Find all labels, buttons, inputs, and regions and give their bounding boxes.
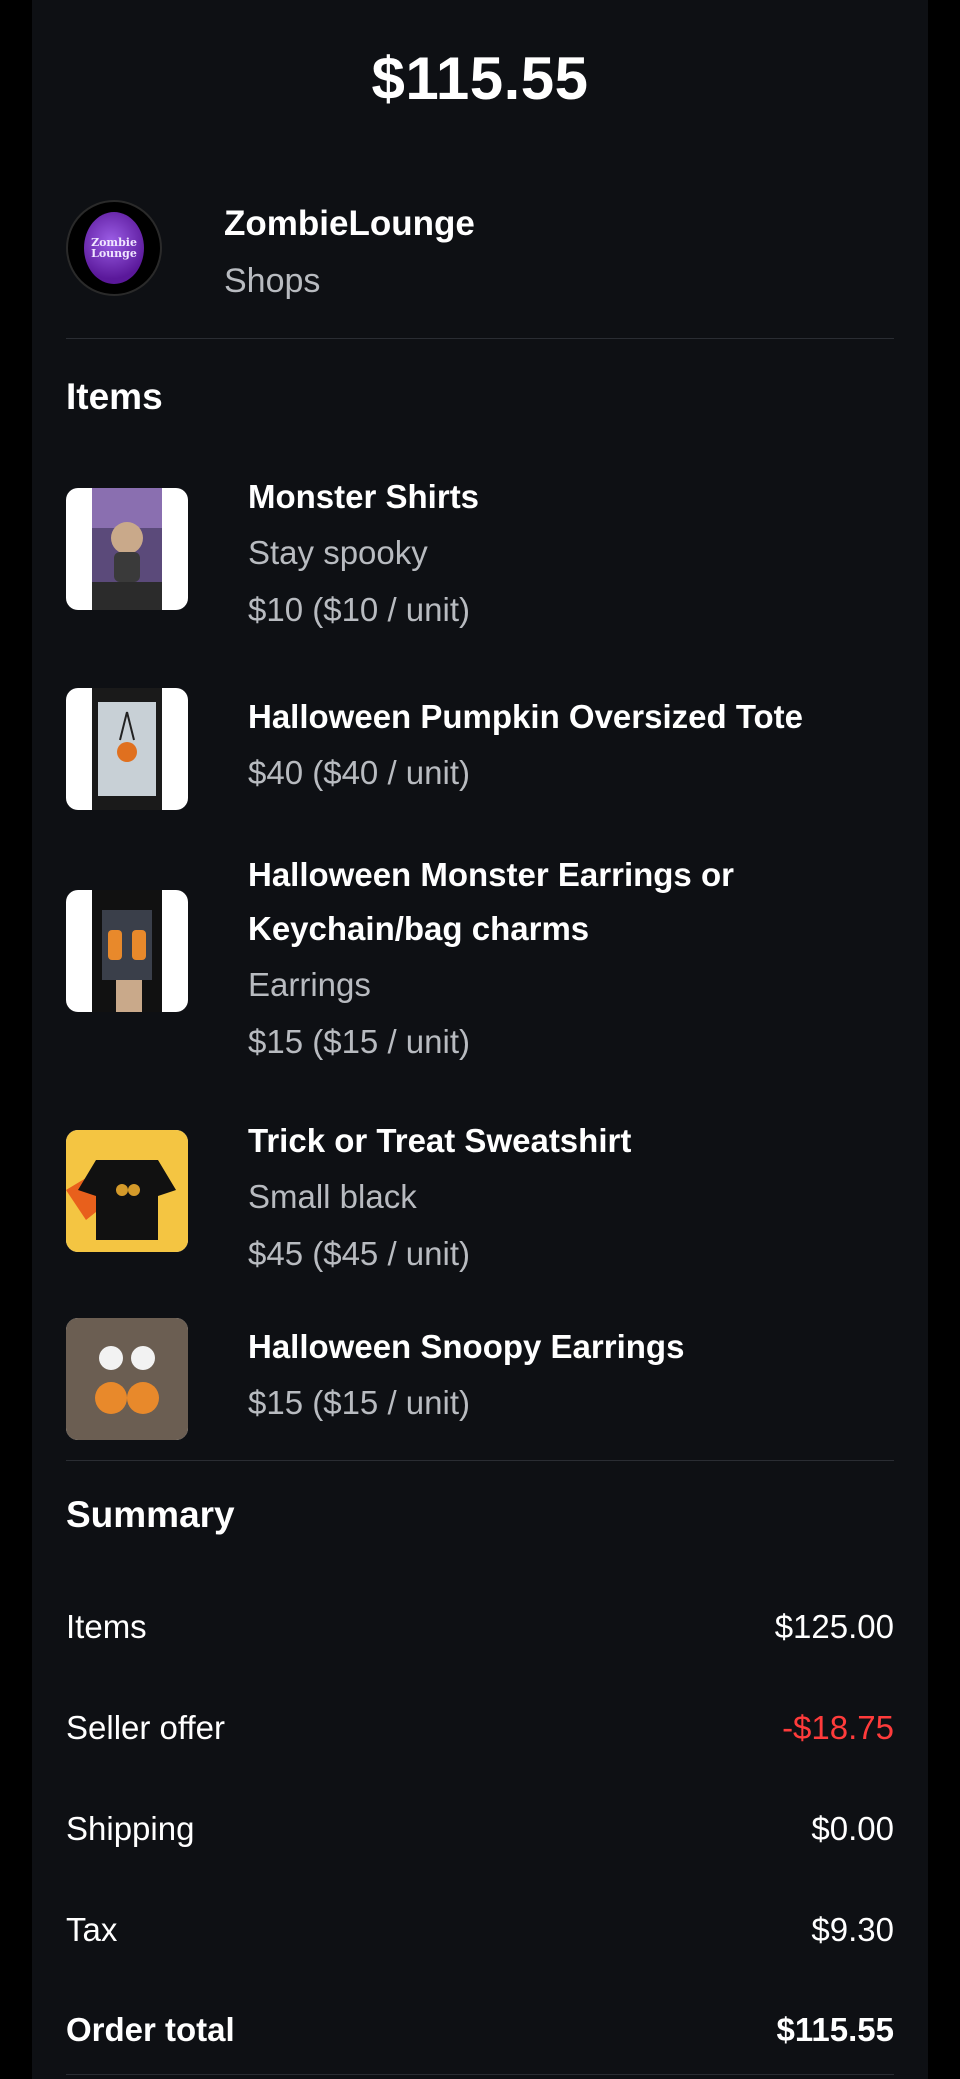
- item-variant: Small black: [248, 1178, 417, 1215]
- summary-offer-value: -$18.75: [782, 1709, 894, 1746]
- order-total-value: $115.55: [776, 2011, 894, 2048]
- item-price: $15 ($15 / unit): [248, 1023, 470, 1060]
- summary-section-title: Summary: [66, 1494, 235, 1535]
- divider: [66, 338, 894, 339]
- snoopy-earrings-image: [66, 1318, 188, 1440]
- item-thumbnail[interactable]: [66, 1130, 188, 1252]
- order-item[interactable]: Halloween Snoopy Earrings $15 ($15 / uni…: [66, 1318, 894, 1440]
- summary-tax-label: Tax: [66, 1911, 118, 1948]
- item-title: Monster Shirts: [248, 478, 480, 515]
- summary-offer-label: Seller offer: [66, 1709, 225, 1746]
- seller-row[interactable]: Zombie Lounge ZombieLounge Shops: [66, 200, 894, 340]
- divider: [66, 2074, 894, 2075]
- item-variant: Stay spooky: [248, 534, 428, 571]
- item-thumbnail[interactable]: [66, 488, 188, 610]
- item-price: $15 ($15 / unit): [248, 1384, 470, 1421]
- earrings-image: [92, 890, 162, 1012]
- item-title: Halloween Snoopy Earrings: [248, 1328, 685, 1365]
- order-total-label: Order total: [66, 2011, 235, 2048]
- item-thumbnail[interactable]: [66, 688, 188, 810]
- order-total-header: $115.55: [371, 45, 589, 112]
- zombie-lounge-logo: Zombie Lounge: [84, 212, 144, 284]
- item-title-line2: Keychain/bag charms: [248, 910, 590, 947]
- sweatshirt-image: [66, 1130, 188, 1252]
- item-thumbnail[interactable]: [66, 1318, 188, 1440]
- item-price: $10 ($10 / unit): [248, 591, 470, 628]
- divider: [66, 1460, 894, 1461]
- item-title: Trick or Treat Sweatshirt: [248, 1122, 632, 1159]
- item-title-line1: Halloween Monster Earrings or: [248, 856, 734, 893]
- summary-shipping-value: $0.00: [811, 1810, 894, 1847]
- plush-toy-image: [92, 488, 162, 610]
- order-item[interactable]: Monster Shirts Stay spooky $10 ($10 / un…: [66, 470, 894, 640]
- summary-items-value: $125.00: [774, 1608, 894, 1645]
- summary-items-label: Items: [66, 1608, 147, 1645]
- seller-avatar[interactable]: Zombie Lounge: [66, 200, 162, 296]
- seller-category: Shops: [224, 262, 321, 300]
- summary-shipping-label: Shipping: [66, 1810, 195, 1847]
- seller-name[interactable]: ZombieLounge: [224, 204, 475, 244]
- item-thumbnail[interactable]: [66, 890, 188, 1012]
- order-item[interactable]: Halloween Pumpkin Oversized Tote $40 ($4…: [66, 688, 894, 810]
- items-section-title: Items: [66, 376, 163, 417]
- item-price: $45 ($45 / unit): [248, 1235, 470, 1272]
- tote-bag-image: [92, 688, 162, 810]
- item-title: Halloween Pumpkin Oversized Tote: [248, 698, 804, 735]
- item-variant: Earrings: [248, 966, 371, 1003]
- item-price: $40 ($40 / unit): [248, 754, 470, 791]
- order-item[interactable]: Halloween Monster Earrings or Keychain/b…: [66, 848, 894, 1070]
- order-detail-panel: $115.55 Zombie Lounge ZombieLounge Shops …: [32, 0, 928, 2079]
- order-item[interactable]: Trick or Treat Sweatshirt Small black $4…: [66, 1114, 894, 1284]
- summary-tax-value: $9.30: [811, 1911, 894, 1948]
